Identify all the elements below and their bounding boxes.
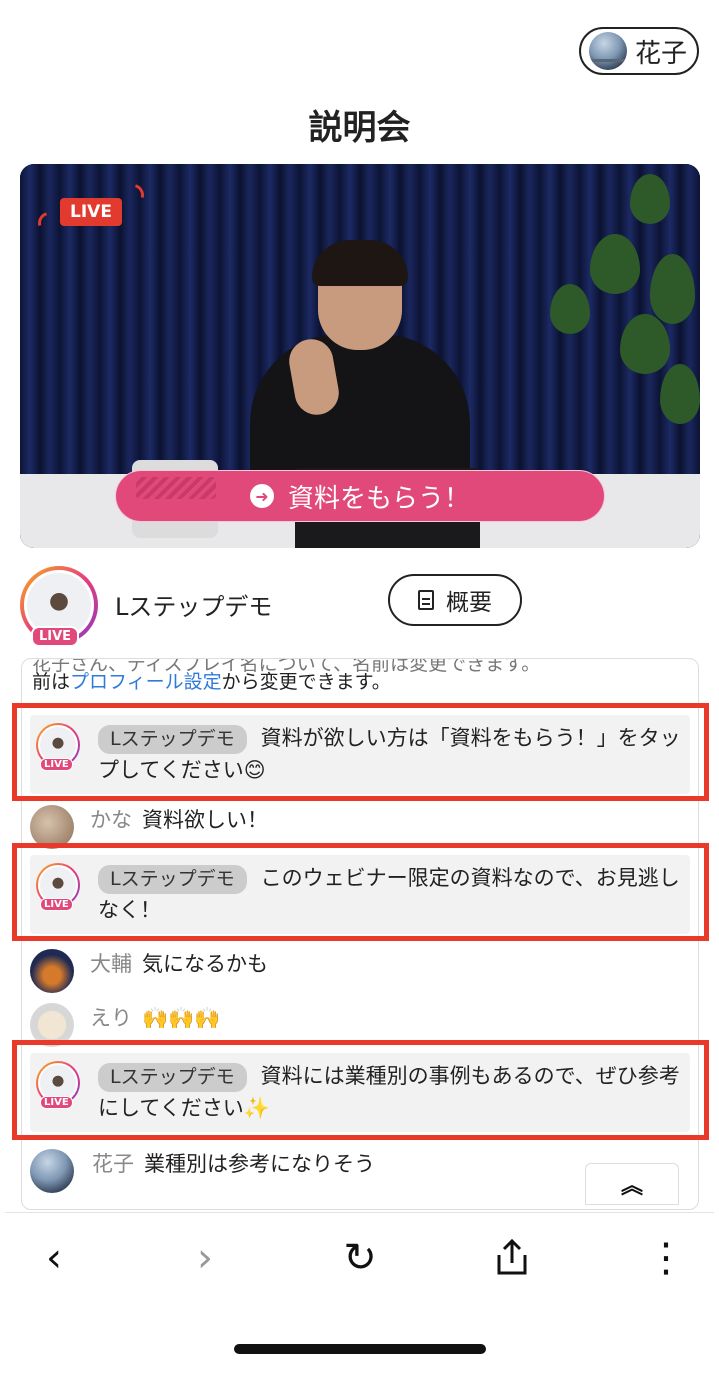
viewer-name: 大輔 — [90, 952, 132, 976]
notice-suffix: から変更できます。 — [221, 671, 391, 693]
browser-divider — [5, 1212, 714, 1213]
live-badge: LIVE — [33, 179, 149, 239]
profile-settings-link[interactable]: プロフィール設定 — [70, 671, 222, 693]
forward-icon[interactable]: › — [175, 1228, 235, 1288]
host-name: Lステップデモ — [115, 593, 273, 621]
document-icon — [418, 590, 434, 610]
viewer-name: 花子 — [92, 1152, 134, 1176]
notice-prefix: 前は — [32, 671, 71, 693]
get-materials-button[interactable]: ➜ 資料をもらう！ — [115, 470, 605, 522]
cta-stripes — [136, 477, 216, 499]
get-materials-label: 資料をもらう！ — [287, 483, 470, 514]
viewer-avatar — [30, 949, 74, 993]
live-video-player[interactable]: LIVE ➜ 資料をもらう！ — [20, 164, 700, 548]
arrow-right-circle-icon: ➜ — [249, 484, 274, 508]
highlight-box — [12, 703, 709, 801]
home-indicator — [234, 1344, 486, 1354]
host-live-badge: LIVE — [31, 626, 80, 647]
more-icon[interactable]: ⋮ — [636, 1228, 696, 1288]
share-icon[interactable] — [482, 1228, 542, 1288]
back-icon[interactable]: ‹ — [24, 1228, 84, 1288]
chat-message: 大輔 気になるかも — [30, 949, 690, 993]
summary-label: 概要 — [446, 590, 492, 616]
chevron-double-up-icon[interactable]: ︽ — [585, 1163, 679, 1205]
viewer-name: えり — [90, 1006, 132, 1030]
highlight-box — [12, 1040, 709, 1140]
chat-notice: 前はプロフィール設定から変更できます。 — [32, 669, 692, 696]
plant-decoration — [530, 164, 700, 464]
highlight-box — [12, 843, 709, 941]
user-avatar — [589, 32, 627, 70]
viewer-name: かな — [90, 808, 132, 832]
message-text: 資料欲しい！ — [142, 808, 268, 832]
reload-icon[interactable]: ↻ — [330, 1228, 390, 1288]
page-title: 説明会 — [308, 108, 411, 148]
user-name: 花子 — [635, 38, 688, 69]
message-text: 業種別は参考になりそう — [144, 1152, 375, 1176]
summary-button[interactable]: 概要 — [388, 574, 522, 626]
message-text: 🙌🙌🙌 — [142, 1006, 221, 1030]
live-label: LIVE — [60, 198, 122, 226]
user-chip[interactable]: 花子 — [579, 27, 699, 75]
message-text: 気になるかも — [142, 952, 268, 976]
viewer-avatar — [30, 1149, 74, 1193]
